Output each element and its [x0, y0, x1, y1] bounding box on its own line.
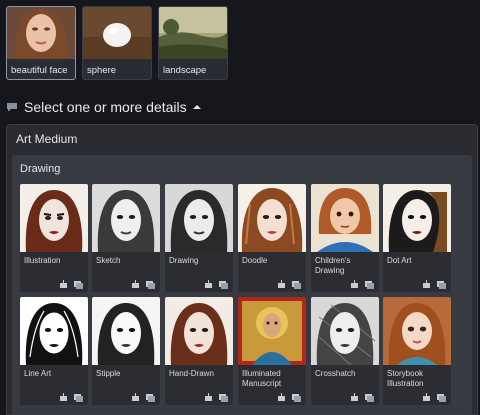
style-label: Children's Drawing [315, 256, 351, 275]
broom-icon[interactable] [350, 393, 359, 402]
style-card-childrens-drawing[interactable]: Children's Drawing [311, 184, 379, 292]
style-label: Illuminated Manuscript [242, 369, 282, 388]
broom-icon[interactable] [131, 393, 140, 402]
style-label: Line Art [24, 369, 52, 378]
line-art-thumbnail [20, 297, 88, 365]
gallery-icon[interactable] [437, 280, 446, 289]
hand-drawn-thumbnail [165, 297, 233, 365]
broom-icon[interactable] [59, 393, 68, 402]
gallery-icon[interactable] [365, 393, 374, 402]
broom-icon[interactable] [277, 280, 286, 289]
illustration-thumbnail [20, 184, 88, 252]
style-card-storybook-illustration[interactable]: Storybook Illustration [383, 297, 451, 405]
broom-icon[interactable] [204, 393, 213, 402]
subject-label: landscape [163, 65, 207, 76]
gallery-icon[interactable] [365, 280, 374, 289]
style-card-drawing[interactable]: Drawing [165, 184, 233, 292]
gallery-icon[interactable] [219, 280, 228, 289]
broom-icon[interactable] [422, 393, 431, 402]
subject-card-beautiful-face[interactable]: beautiful face [6, 6, 76, 80]
sphere-thumbnail [83, 7, 151, 59]
illuminated-manuscript-thumbnail [238, 297, 306, 365]
dot-art-thumbnail [383, 184, 451, 252]
style-label: Doodle [242, 256, 268, 265]
gallery-icon[interactable] [146, 393, 155, 402]
subject-card-sphere[interactable]: sphere [82, 6, 152, 80]
doodle-thumbnail [238, 184, 306, 252]
style-label: Illustration [24, 256, 61, 265]
broom-icon[interactable] [422, 280, 431, 289]
style-label: Sketch [96, 256, 121, 265]
gallery-icon[interactable] [219, 393, 228, 402]
gallery-icon[interactable] [74, 280, 83, 289]
gallery-icon[interactable] [292, 393, 301, 402]
style-label: Crosshatch [315, 369, 356, 378]
style-card-doodle[interactable]: Doodle [238, 184, 306, 292]
style-card-stipple[interactable]: Stipple [92, 297, 160, 405]
style-label: Drawing [169, 256, 199, 265]
landscape-thumbnail [159, 7, 227, 59]
broom-icon[interactable] [277, 393, 286, 402]
broom-icon[interactable] [131, 280, 140, 289]
drawing-thumbnail [165, 184, 233, 252]
subject-label: sphere [87, 65, 117, 76]
subject-card-landscape[interactable]: landscape [158, 6, 228, 80]
style-card-crosshatch[interactable]: Crosshatch [311, 297, 379, 405]
details-title: Select one or more details [24, 99, 187, 115]
art-medium-panel: Art Medium Drawing Illustration Sketch D… [6, 124, 478, 415]
caret-up-icon[interactable] [192, 104, 201, 110]
details-heading[interactable]: Select one or more details [6, 99, 201, 115]
broom-icon[interactable] [204, 280, 213, 289]
sketch-thumbnail [92, 184, 160, 252]
style-card-hand-drawn[interactable]: Hand-Drawn [165, 297, 233, 405]
drawing-group-title: Drawing [20, 163, 61, 175]
gallery-icon[interactable] [292, 280, 301, 289]
storybook-illustration-thumbnail [383, 297, 451, 365]
broom-icon[interactable] [59, 280, 68, 289]
style-card-illuminated-manuscript[interactable]: Illuminated Manuscript [238, 297, 306, 405]
style-label: Dot Art [387, 256, 412, 265]
broom-icon[interactable] [350, 280, 359, 289]
subject-label: beautiful face [11, 65, 68, 76]
style-label: Storybook Illustration [387, 369, 424, 388]
art-medium-title: Art Medium [16, 132, 78, 146]
childrens-drawing-thumbnail [311, 184, 379, 252]
style-card-dot-art[interactable]: Dot Art [383, 184, 451, 292]
gallery-icon[interactable] [437, 393, 446, 402]
style-card-illustration[interactable]: Illustration [20, 184, 88, 292]
gallery-icon[interactable] [74, 393, 83, 402]
style-label: Hand-Drawn [169, 369, 214, 378]
style-card-sketch[interactable]: Sketch [92, 184, 160, 292]
style-card-line-art[interactable]: Line Art [20, 297, 88, 405]
drawing-group: Drawing Illustration Sketch Drawing Dood… [12, 155, 472, 414]
chat-bubble-icon [7, 103, 17, 112]
subject-list: beautiful face sphere landscape [6, 6, 228, 80]
gallery-icon[interactable] [146, 280, 155, 289]
style-label: Stipple [96, 369, 121, 378]
face-thumbnail [7, 7, 75, 59]
stipple-thumbnail [92, 297, 160, 365]
crosshatch-thumbnail [311, 297, 379, 365]
